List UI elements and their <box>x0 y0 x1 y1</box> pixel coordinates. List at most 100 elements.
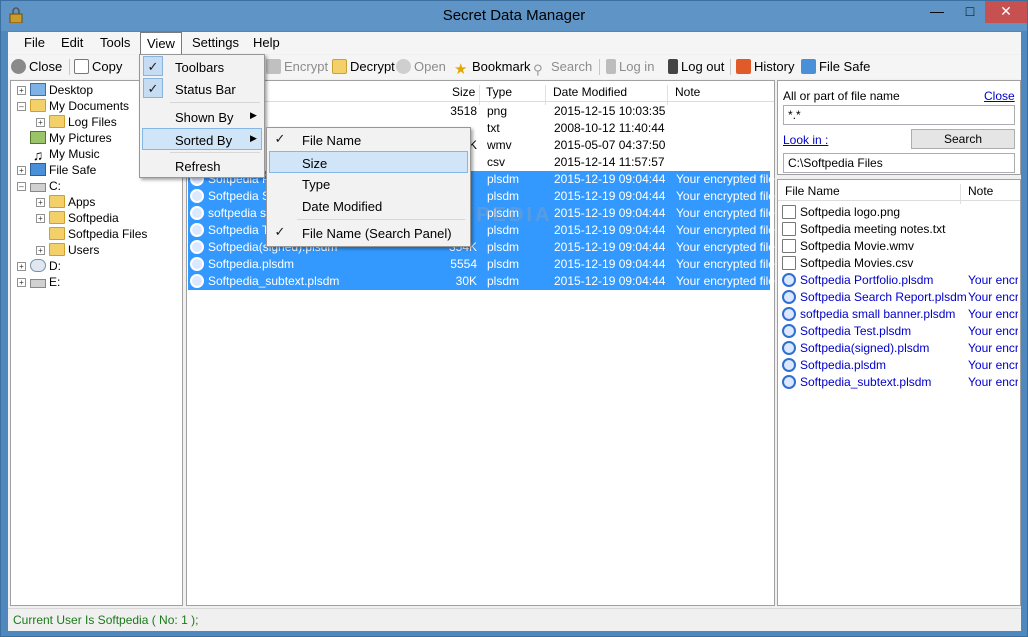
open-button[interactable]: Open <box>396 59 446 74</box>
file-modified-cell: 2015-12-19 09:04:44 <box>554 240 666 254</box>
view-menu-refresh[interactable]: Refresh <box>142 155 262 177</box>
list-item[interactable]: Softpedia_subtext.plsdm Your encry <box>782 374 1018 391</box>
minimize-button[interactable]: — <box>921 1 953 23</box>
menu-settings[interactable]: Settings <box>192 35 239 50</box>
logout-button[interactable]: Log out <box>668 59 724 74</box>
maximize-button[interactable]: □ <box>954 1 986 23</box>
list-item[interactable]: Softpedia Test.plsdm Your encry <box>782 323 1018 340</box>
encrypted-file-icon <box>190 257 204 271</box>
view-menu-shown-by[interactable]: Shown By ▶ <box>142 106 262 128</box>
check-icon: ✓ <box>143 78 163 98</box>
tree-item-drive-d[interactable]: + D: <box>17 259 61 275</box>
tree-item-apps[interactable]: + Apps <box>36 195 95 211</box>
list-item[interactable]: Softpedia Search Report.plsdmYour encry <box>782 289 1018 306</box>
list-item[interactable]: Softpedia logo.png <box>782 204 1018 221</box>
sort-by-type[interactable]: Type <box>269 173 468 195</box>
menu-file[interactable]: File <box>24 35 45 50</box>
title-bar[interactable]: Secret Data Manager — □ ✕ <box>1 1 1027 31</box>
sort-by-size[interactable]: Size <box>269 151 468 173</box>
search-results[interactable]: File Name Note Softpedia logo.png Softped… <box>777 179 1021 606</box>
menu-edit[interactable]: Edit <box>61 35 83 50</box>
tree-item-drive-e[interactable]: + E: <box>17 275 60 291</box>
expand-icon[interactable]: + <box>36 214 45 223</box>
menu-tools[interactable]: Tools <box>100 35 130 50</box>
column-header-file-name[interactable]: File Name <box>785 184 840 198</box>
tree-item-my-documents[interactable]: – My Documents <box>17 99 129 115</box>
column-header-date-modified[interactable]: Date Modified <box>553 85 627 99</box>
encrypted-file-icon <box>190 206 204 220</box>
sort-by-file-name-search-panel[interactable]: ✓ File Name (Search Panel) <box>269 222 468 244</box>
decrypt-button[interactable]: Decrypt <box>332 59 395 74</box>
file-note-cell: Your encrypted file <box>676 189 775 203</box>
close-window-button[interactable]: ✕ <box>985 1 1027 23</box>
table-row[interactable]: Softpedia_subtext.plsdm 30K plsdm 2015-12-1… <box>188 273 775 290</box>
search-query-input[interactable] <box>783 105 1015 125</box>
menu-help[interactable]: Help <box>253 35 280 50</box>
file-name-cell: Softpedia Te <box>208 223 275 237</box>
column-header-type[interactable]: Type <box>486 85 512 99</box>
expand-icon[interactable]: + <box>17 166 26 175</box>
list-item[interactable]: Softpedia Movie.wmv <box>782 238 1018 255</box>
file-note-cell: Your encrypted file <box>676 223 775 237</box>
close-tool-button[interactable]: Close <box>11 59 62 74</box>
collapse-icon[interactable]: – <box>17 102 26 111</box>
history-button[interactable]: History <box>736 59 794 74</box>
search-submit-button[interactable]: Search <box>911 129 1015 149</box>
column-separator[interactable] <box>545 85 546 105</box>
tree-item-drive-c[interactable]: – C: <box>17 179 61 195</box>
tree-item-softpedia[interactable]: + Softpedia <box>36 211 119 227</box>
sort-by-date-modified[interactable]: Date Modified <box>269 195 468 217</box>
bookmark-button[interactable]: ★ Bookmark <box>454 59 531 78</box>
encrypt-button[interactable]: Encrypt <box>266 59 328 74</box>
tree-item-users[interactable]: + Users <box>36 243 99 259</box>
folder-icon <box>30 99 46 112</box>
expand-icon[interactable]: + <box>17 278 26 287</box>
client-area: File Edit Tools View Settings Help Close… <box>8 32 1021 631</box>
table-row[interactable]: go.png3518png2015-12-15 10:03:35 <box>188 103 770 120</box>
list-item[interactable]: Softpedia Movies.csv <box>782 255 1018 272</box>
table-row[interactable]: Softpedia.plsdm 5554 plsdm 2015-12-19 09:04… <box>188 256 775 273</box>
sort-by-file-name[interactable]: ✓ File Name <box>269 129 468 151</box>
search-button[interactable]: ⚲ Search <box>533 59 592 78</box>
view-menu-sorted-by[interactable]: Sorted By ▶ <box>142 128 262 150</box>
column-header-size[interactable]: Size <box>452 85 475 99</box>
file-note-cell: Your encrypted file <box>676 274 775 288</box>
view-menu-toolbars[interactable]: ✓ Toolbars <box>142 56 262 78</box>
file-modified-cell: 2015-12-19 09:04:44 <box>554 274 666 288</box>
tree-item-softpedia-files[interactable]: +Softpedia Files <box>36 227 147 243</box>
expand-icon[interactable]: + <box>36 246 45 255</box>
collapse-icon[interactable]: – <box>17 182 26 191</box>
expand-icon[interactable]: + <box>36 198 45 207</box>
login-button[interactable]: Log in <box>606 59 654 74</box>
look-in-link[interactable]: Look in : <box>783 133 828 147</box>
expand-icon[interactable]: + <box>17 262 26 271</box>
tree-item-file-safe[interactable]: + File Safe <box>17 163 96 179</box>
look-in-path-input[interactable] <box>783 153 1015 173</box>
list-item[interactable]: Softpedia(signed).plsdm Your encry <box>782 340 1018 357</box>
list-item[interactable]: Softpedia.plsdm Your encry <box>782 357 1018 374</box>
tree-item-desktop[interactable]: + Desktop <box>17 83 93 99</box>
expand-icon[interactable]: + <box>17 86 26 95</box>
tree-item-log-files[interactable]: + Log Files <box>36 115 117 131</box>
menu-separator <box>170 102 260 103</box>
file-name-cell: Softpedia_subtext.plsdm <box>208 274 340 288</box>
column-header-note[interactable]: Note <box>968 184 993 198</box>
menu-view[interactable]: View <box>140 32 182 54</box>
column-separator[interactable] <box>960 184 961 204</box>
search-close-link[interactable]: Close <box>984 89 1015 103</box>
list-item[interactable]: softpedia small banner.plsdm Your encry <box>782 306 1018 323</box>
list-item[interactable]: Softpedia Portfolio.plsdm Your encry <box>782 272 1018 289</box>
tree-item-my-music[interactable]: +♫My Music <box>17 147 100 163</box>
folder-icon <box>49 115 65 128</box>
column-separator[interactable] <box>479 85 480 105</box>
result-name: Softpedia Movies.csv <box>800 256 914 270</box>
tree-item-my-pictures[interactable]: +My Pictures <box>17 131 112 147</box>
toolbar-separator <box>599 59 600 75</box>
view-menu-status-bar[interactable]: ✓ Status Bar <box>142 78 262 100</box>
column-header-note[interactable]: Note <box>675 85 700 99</box>
copy-button[interactable]: Copy <box>74 59 122 74</box>
column-separator[interactable] <box>667 85 668 105</box>
list-item[interactable]: Softpedia meeting notes.txt <box>782 221 1018 238</box>
expand-icon[interactable]: + <box>36 118 45 127</box>
file-safe-button[interactable]: File Safe <box>801 59 870 74</box>
